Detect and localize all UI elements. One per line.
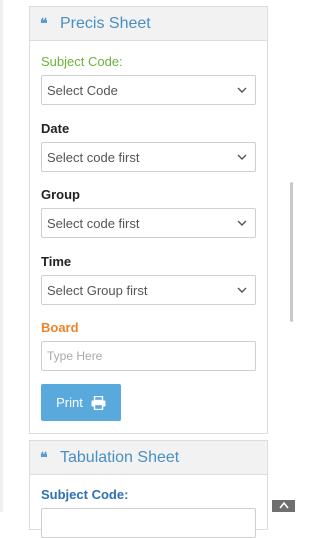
- tabulation-subject-code-select[interactable]: [41, 508, 256, 538]
- tabulation-sheet-header: ❝ Tabulation Sheet: [30, 441, 267, 475]
- chevron-down-icon: [237, 287, 247, 293]
- group-select[interactable]: Select code first: [41, 208, 256, 238]
- left-border: [0, 0, 3, 512]
- print-button[interactable]: Print: [41, 384, 121, 421]
- group-label: Group: [41, 187, 80, 202]
- date-value: Select code first: [47, 149, 140, 165]
- date-select[interactable]: Select code first: [41, 142, 256, 172]
- board-input[interactable]: [41, 341, 256, 371]
- subject-code-label: Subject Code:: [41, 54, 123, 69]
- date-label: Date: [41, 121, 70, 136]
- tabulation-subject-code-label: Subject Code:: [41, 487, 129, 502]
- chevron-down-icon: [237, 154, 247, 160]
- tabulation-sheet-panel: ❝ Tabulation Sheet Subject Code:: [29, 440, 268, 538]
- subject-code-value: Select Code: [47, 82, 118, 98]
- precis-sheet-header: ❝ Precis Sheet: [30, 7, 267, 41]
- time-label: Time: [41, 254, 72, 269]
- subject-code-select[interactable]: Select Code: [41, 75, 256, 105]
- time-value: Select Group first: [47, 282, 148, 298]
- scroll-to-top-button[interactable]: [272, 500, 295, 512]
- precis-sheet-title: Precis Sheet: [60, 14, 151, 32]
- time-select[interactable]: Select Group first: [41, 275, 256, 305]
- board-label: Board: [41, 320, 79, 335]
- chevron-down-icon: [237, 220, 247, 226]
- scrollbar-thumb[interactable]: [290, 182, 293, 322]
- group-value: Select code first: [47, 215, 140, 231]
- chevron-down-icon: [237, 87, 247, 93]
- print-button-label: Print: [56, 395, 83, 410]
- chevron-up-icon: [278, 501, 289, 509]
- quote-icon: ❝: [40, 449, 48, 465]
- tabulation-sheet-title: Tabulation Sheet: [60, 448, 180, 466]
- quote-icon: ❝: [40, 15, 48, 31]
- precis-sheet-panel: ❝ Precis Sheet Subject Code: Select Code…: [29, 6, 268, 434]
- printer-icon: [91, 395, 106, 410]
